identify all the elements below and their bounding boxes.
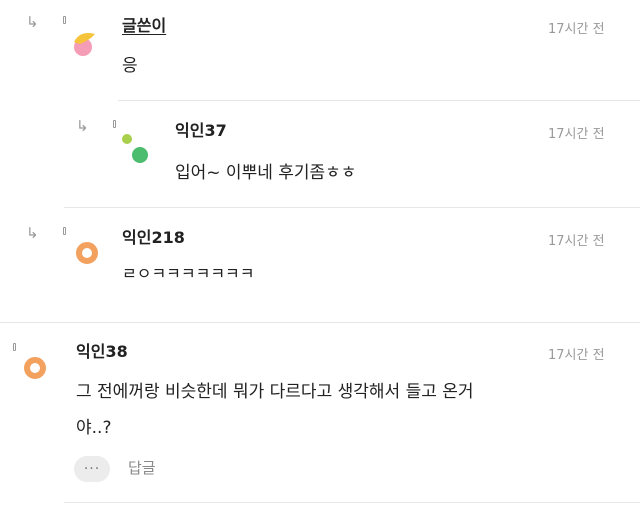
comment-author[interactable]: 익인38 bbox=[76, 342, 128, 362]
avatar bbox=[118, 130, 152, 166]
comment-author[interactable]: 익인37 bbox=[175, 121, 227, 141]
reply-arrow-icon: ↳ bbox=[26, 224, 39, 242]
comment-time: 17시간 전 bbox=[548, 234, 605, 249]
comment-text: 입어~ 이뿌네 후기좀ㅎㅎ bbox=[175, 163, 357, 183]
comment-text-line: 그 전에꺼랑 비슷한데 뭐가 다르다고 생각해서 들고 온거 bbox=[76, 382, 474, 402]
divider bbox=[64, 207, 640, 208]
reply-button[interactable]: 답글 bbox=[128, 458, 156, 478]
divider bbox=[0, 322, 640, 323]
comment-time: 17시간 전 bbox=[548, 348, 605, 363]
badge-icon bbox=[113, 120, 116, 128]
badge-icon bbox=[63, 16, 66, 24]
comment-text: 응 bbox=[122, 56, 138, 76]
avatar bbox=[76, 242, 98, 264]
comment-time: 17시간 전 bbox=[548, 127, 605, 142]
reply-arrow-icon: ↳ bbox=[26, 13, 39, 31]
avatar bbox=[24, 357, 46, 379]
divider bbox=[64, 502, 640, 503]
reply-arrow-icon: ↳ bbox=[76, 117, 89, 135]
divider bbox=[118, 100, 640, 101]
comment-time: 17시간 전 bbox=[548, 22, 605, 37]
badge-icon bbox=[63, 227, 66, 235]
avatar bbox=[70, 28, 102, 58]
more-dots-icon[interactable]: ··· bbox=[74, 456, 110, 482]
comment-text: ㄹㅇㅋㅋㅋㅋㅋㅋㅋ bbox=[122, 264, 255, 283]
comment-text-line: 야..? bbox=[76, 418, 112, 438]
badge-icon bbox=[13, 343, 16, 351]
comment-author[interactable]: 익인218 bbox=[122, 228, 185, 248]
comment-author[interactable]: 글쓴이 bbox=[122, 16, 166, 36]
